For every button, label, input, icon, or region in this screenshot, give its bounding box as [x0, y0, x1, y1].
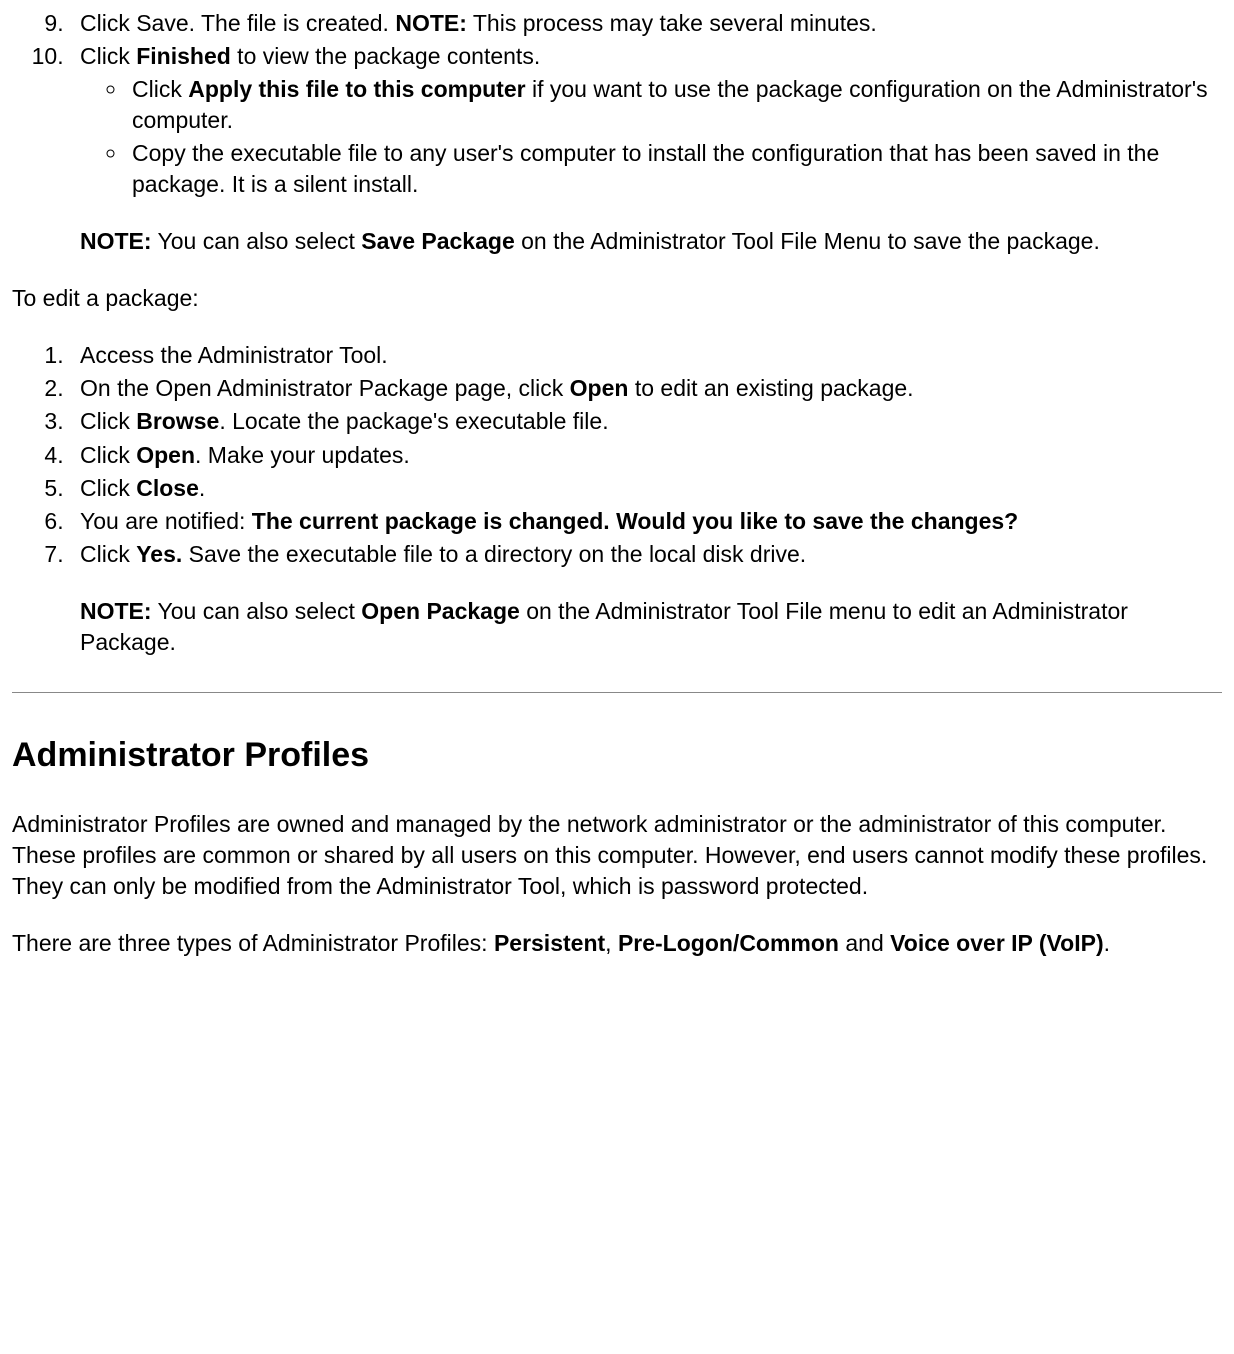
step-9-note-text: This process may take several minutes. — [467, 10, 877, 36]
types-t2: , — [605, 930, 618, 956]
edit-step-5-pre: Click — [80, 475, 136, 501]
edit-step-5-b: Close — [136, 475, 199, 501]
edit-step-3-post: . Locate the package's executable file. — [219, 408, 608, 434]
create-package-steps: Click Save. The file is created. NOTE: T… — [12, 8, 1222, 257]
step-10-sub1-pre: Click — [132, 76, 188, 102]
edit-step-2-pre: On the Open Administrator Package page, … — [80, 375, 570, 401]
edit-step-6-b: The current package is changed. Would yo… — [252, 508, 1018, 534]
edit-step-4-b: Open — [136, 442, 195, 468]
edit-step-2-post: to edit an existing package. — [628, 375, 913, 401]
types-b3: Voice over IP (VoIP) — [890, 930, 1103, 956]
edit-step-7-pre: Click — [80, 541, 136, 567]
types-t1: There are three types of Administrator P… — [12, 930, 494, 956]
edit-step-6-pre: You are notified: — [80, 508, 252, 534]
admin-profiles-types: There are three types of Administrator P… — [12, 928, 1222, 959]
edit-step-4-post: . Make your updates. — [195, 442, 410, 468]
edit-step-7-note-t1: You can also select — [152, 598, 362, 624]
step-9-note-label: NOTE: — [395, 10, 467, 36]
edit-step-7-note: NOTE: You can also select Open Package o… — [80, 596, 1222, 658]
step-10-note-t2: on the Administrator Tool File Menu to s… — [515, 228, 1100, 254]
types-b2: Pre-Logon/Common — [618, 930, 839, 956]
edit-step-4: Click Open. Make your updates. — [70, 440, 1222, 471]
step-10-note-b1: Save Package — [361, 228, 514, 254]
step-10-pre: Click — [80, 43, 136, 69]
edit-step-3-pre: Click — [80, 408, 136, 434]
step-10-post: to view the package contents. — [231, 43, 540, 69]
admin-profiles-desc: Administrator Profiles are owned and man… — [12, 809, 1222, 902]
edit-step-2: On the Open Administrator Package page, … — [70, 373, 1222, 404]
admin-profiles-heading: Administrator Profiles — [12, 733, 1222, 779]
types-t4: . — [1104, 930, 1110, 956]
edit-step-7-note-b1: Open Package — [361, 598, 520, 624]
edit-step-7-b: Yes. — [136, 541, 182, 567]
edit-step-3-b: Browse — [136, 408, 219, 434]
step-10-sublist: Click Apply this file to this computer i… — [80, 74, 1222, 200]
edit-step-2-b: Open — [570, 375, 629, 401]
edit-step-1: Access the Administrator Tool. — [70, 340, 1222, 371]
edit-step-3: Click Browse. Locate the package's execu… — [70, 406, 1222, 437]
step-10-note-t1: You can also select — [152, 228, 362, 254]
step-10: Click Finished to view the package conte… — [70, 41, 1222, 257]
step-10-sub2: Copy the executable file to any user's c… — [128, 138, 1222, 200]
step-9: Click Save. The file is created. NOTE: T… — [70, 8, 1222, 39]
step-10-sub1: Click Apply this file to this computer i… — [128, 74, 1222, 136]
step-10-sub1-bold: Apply this file to this computer — [188, 76, 525, 102]
edit-package-steps: Access the Administrator Tool. On the Op… — [12, 340, 1222, 657]
types-b1: Persistent — [494, 930, 605, 956]
edit-step-7-post: Save the executable file to a directory … — [182, 541, 806, 567]
edit-step-5: Click Close. — [70, 473, 1222, 504]
step-10-note: NOTE: You can also select Save Package o… — [80, 226, 1222, 257]
edit-step-6: You are notified: The current package is… — [70, 506, 1222, 537]
types-t3: and — [839, 930, 890, 956]
edit-step-5-post: . — [199, 475, 205, 501]
edit-package-heading: To edit a package: — [12, 283, 1222, 314]
step-10-bold: Finished — [136, 43, 231, 69]
section-divider — [12, 692, 1222, 693]
edit-step-7-note-label: NOTE: — [80, 598, 152, 624]
edit-step-7: Click Yes. Save the executable file to a… — [70, 539, 1222, 658]
step-10-note-label: NOTE: — [80, 228, 152, 254]
edit-step-4-pre: Click — [80, 442, 136, 468]
step-9-text-pre: Click Save. The file is created. — [80, 10, 395, 36]
